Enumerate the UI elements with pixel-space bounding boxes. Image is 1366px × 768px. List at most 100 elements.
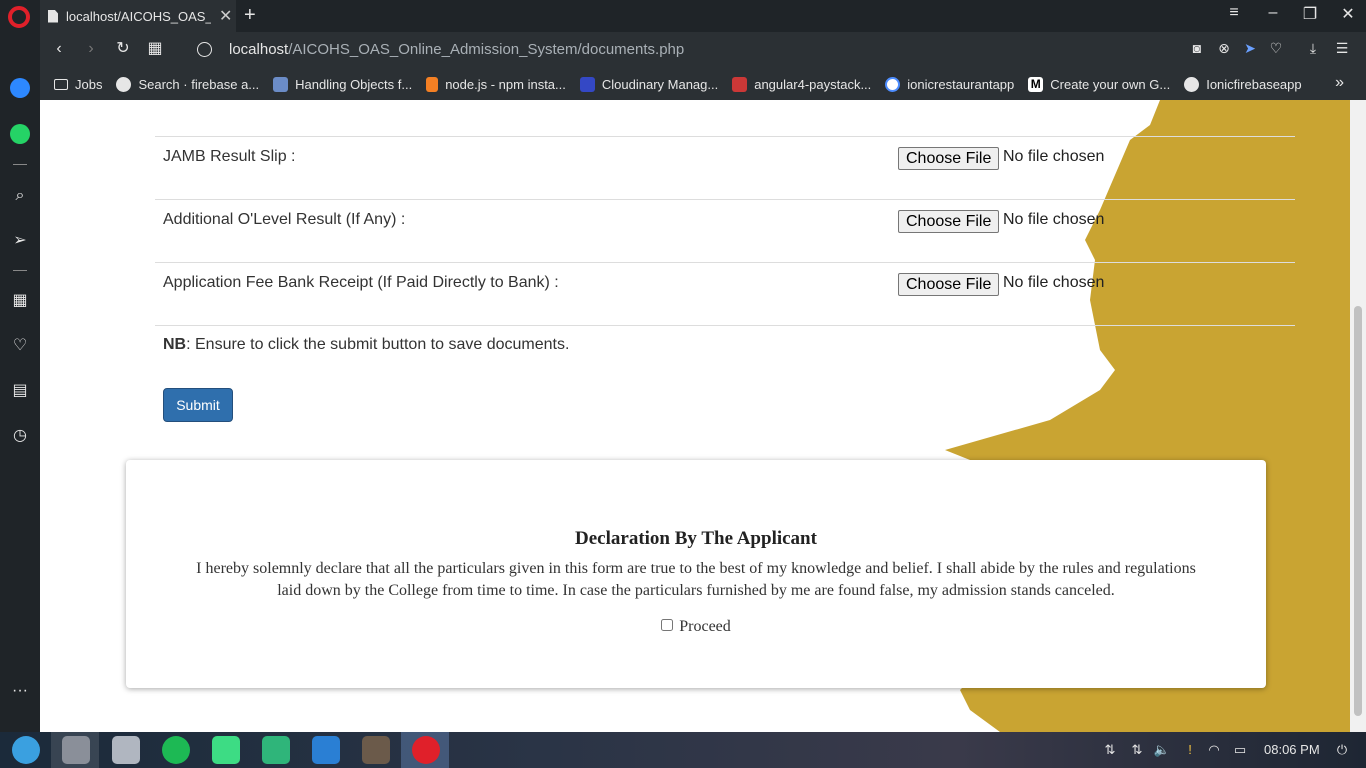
opera-taskbar-icon[interactable]: [412, 736, 440, 764]
globe-icon: [197, 42, 212, 57]
page-icon: [48, 9, 58, 23]
search-icon[interactable]: ⌕: [9, 185, 31, 207]
opera-sidebar: ⌕ ➢ ▦ ♡ ▤ ◷ ···: [0, 32, 40, 732]
declaration-card: Declaration By The Applicant I hereby so…: [126, 460, 1266, 688]
bookmark-ionicrestaurantapp[interactable]: ionicrestaurantapp: [885, 76, 1015, 92]
reload-icon[interactable]: ↻: [112, 38, 134, 60]
bookmark-cloudinary[interactable]: Cloudinary Manag...: [579, 76, 719, 92]
forward-icon[interactable]: ›: [80, 38, 102, 60]
taskbar: ⇅ ⇅ 🔈 ! ◠ ▭ 08:06 PM ⏻: [0, 732, 1366, 768]
news-icon[interactable]: ▤: [9, 380, 31, 402]
adblock-icon[interactable]: ⊗: [1214, 40, 1234, 57]
bookmark-label: angular4-paystack...: [754, 76, 872, 92]
github-icon: [116, 76, 132, 92]
row-divider: [155, 325, 1295, 326]
tray-icon[interactable]: ⇅: [1101, 742, 1119, 758]
video-editor-icon[interactable]: [362, 736, 390, 764]
snapshot-icon[interactable]: ◙: [1187, 40, 1207, 56]
file-status: No file chosen: [1003, 211, 1105, 228]
file-manager-icon[interactable]: [62, 736, 90, 764]
page-content: JAMB Result Slip : Choose File No file c…: [40, 100, 1350, 732]
clock[interactable]: 08:06 PM: [1264, 742, 1320, 757]
chevron-right-icon[interactable]: »: [1335, 74, 1344, 92]
send-icon[interactable]: ➢: [9, 230, 31, 252]
proceed-checkbox[interactable]: [661, 619, 674, 631]
minimize-icon[interactable]: –: [1261, 4, 1285, 22]
bookmark-angular-paystack[interactable]: angular4-paystack...: [732, 76, 872, 92]
url-path: /AICOHS_OAS_Online_Admission_System/docu…: [288, 41, 685, 58]
nb-note: NB: Ensure to click the submit button to…: [163, 336, 569, 354]
whatsapp-icon[interactable]: [9, 124, 31, 146]
proceed-label: Proceed: [679, 618, 731, 635]
bookmark-create-your-own[interactable]: M Create your own G...: [1028, 76, 1171, 92]
doc-label: JAMB Result Slip :: [163, 148, 296, 165]
vertical-scrollbar[interactable]: [1350, 100, 1366, 732]
scrollbar-thumb[interactable]: [1354, 306, 1362, 716]
avatar-icon: [273, 76, 289, 92]
vscode-icon[interactable]: [312, 736, 340, 764]
choose-file-button[interactable]: Choose File: [898, 210, 1000, 233]
bookmark-ionicfirebaseapp[interactable]: Ionicfirebaseapp: [1184, 76, 1302, 92]
file-status: No file chosen: [1003, 274, 1105, 291]
doc-label: Application Fee Bank Receipt (If Paid Di…: [163, 274, 559, 291]
declaration-title: Declaration By The Applicant: [575, 528, 817, 549]
bookmark-label: ionicrestaurantapp: [907, 76, 1015, 92]
wifi-icon[interactable]: ◠: [1205, 742, 1223, 758]
spotify-icon[interactable]: [162, 736, 190, 764]
tray-icon[interactable]: ⇅: [1128, 742, 1146, 758]
messenger-icon[interactable]: [9, 78, 31, 100]
bookmark-label: Search · firebase a...: [138, 76, 260, 92]
heart-icon[interactable]: ♡: [9, 335, 31, 357]
start-menu-icon[interactable]: [12, 736, 40, 764]
cloudinary-icon: [579, 76, 595, 92]
android-studio-icon[interactable]: [212, 736, 240, 764]
store-icon[interactable]: [112, 736, 140, 764]
bookmark-label: node.js - npm insta...: [445, 76, 566, 92]
app-icon[interactable]: [262, 736, 290, 764]
address-bar: ‹ › ↻ ▦ localhost/AICOHS_OAS_Online_Admi…: [40, 32, 1366, 68]
proceed-row: Proceed: [126, 618, 1266, 636]
tab-active[interactable]: localhost/AICOHS_OAS_Or ✕: [40, 0, 236, 32]
bookmark-jobs[interactable]: Jobs: [54, 77, 102, 92]
new-tab-icon[interactable]: +: [244, 4, 256, 27]
bookmark-label: Ionicfirebaseapp: [1206, 76, 1302, 92]
bookmark-nodejs[interactable]: node.js - npm insta...: [426, 76, 566, 92]
bookmark-handling-objects[interactable]: Handling Objects f...: [273, 76, 412, 92]
easy-setup-icon[interactable]: ☰: [1332, 40, 1352, 57]
power-icon[interactable]: ⏻: [1333, 742, 1351, 758]
speed-dial-icon[interactable]: ▦: [144, 38, 166, 60]
speed-dial-icon[interactable]: ▦: [9, 290, 31, 312]
stackoverflow-icon: [426, 76, 439, 92]
volume-icon[interactable]: 🔈: [1153, 742, 1171, 758]
nb-label: NB: [163, 336, 187, 353]
choose-file-button[interactable]: Choose File: [898, 147, 1000, 170]
bookmark-label: Create your own G...: [1050, 76, 1171, 92]
close-window-icon[interactable]: ✕: [1336, 4, 1360, 24]
close-tab-icon[interactable]: ✕: [219, 6, 232, 26]
bookmarks-bar: Jobs Search · firebase a... Handling Obj…: [40, 68, 1366, 100]
tab-title: localhost/AICOHS_OAS_Or: [66, 8, 211, 24]
download-icon[interactable]: ⤓: [1303, 40, 1323, 57]
choose-file-button[interactable]: Choose File: [898, 273, 1000, 296]
send-icon[interactable]: ➤: [1240, 40, 1260, 57]
bookmark-label: Jobs: [75, 76, 103, 92]
opera-logo-icon[interactable]: [8, 6, 30, 28]
folder-icon: [54, 78, 68, 90]
warning-icon[interactable]: !: [1181, 742, 1199, 757]
doc-row-olevel: Additional O'Level Result (If Any) : Cho…: [155, 199, 1295, 262]
npm-icon: [732, 76, 748, 92]
doc-row-bank-receipt: Application Fee Bank Receipt (If Paid Di…: [155, 262, 1295, 325]
nb-text: : Ensure to click the submit button to s…: [186, 336, 570, 353]
battery-icon[interactable]: ▭: [1231, 742, 1249, 758]
submit-button[interactable]: Submit: [163, 388, 233, 422]
more-icon[interactable]: ···: [9, 680, 31, 702]
bookmark-label: Cloudinary Manag...: [601, 76, 719, 92]
tab-menu-icon[interactable]: ≡: [1222, 4, 1246, 22]
history-icon[interactable]: ◷: [9, 425, 31, 447]
url-field[interactable]: localhost/AICOHS_OAS_Online_Admission_Sy…: [229, 41, 684, 58]
back-icon[interactable]: ‹: [48, 38, 70, 60]
url-host: localhost: [229, 41, 289, 58]
bookmark-github-search[interactable]: Search · firebase a...: [116, 76, 260, 92]
heart-icon[interactable]: ♡: [1266, 40, 1286, 57]
restore-icon[interactable]: ❐: [1298, 4, 1322, 24]
